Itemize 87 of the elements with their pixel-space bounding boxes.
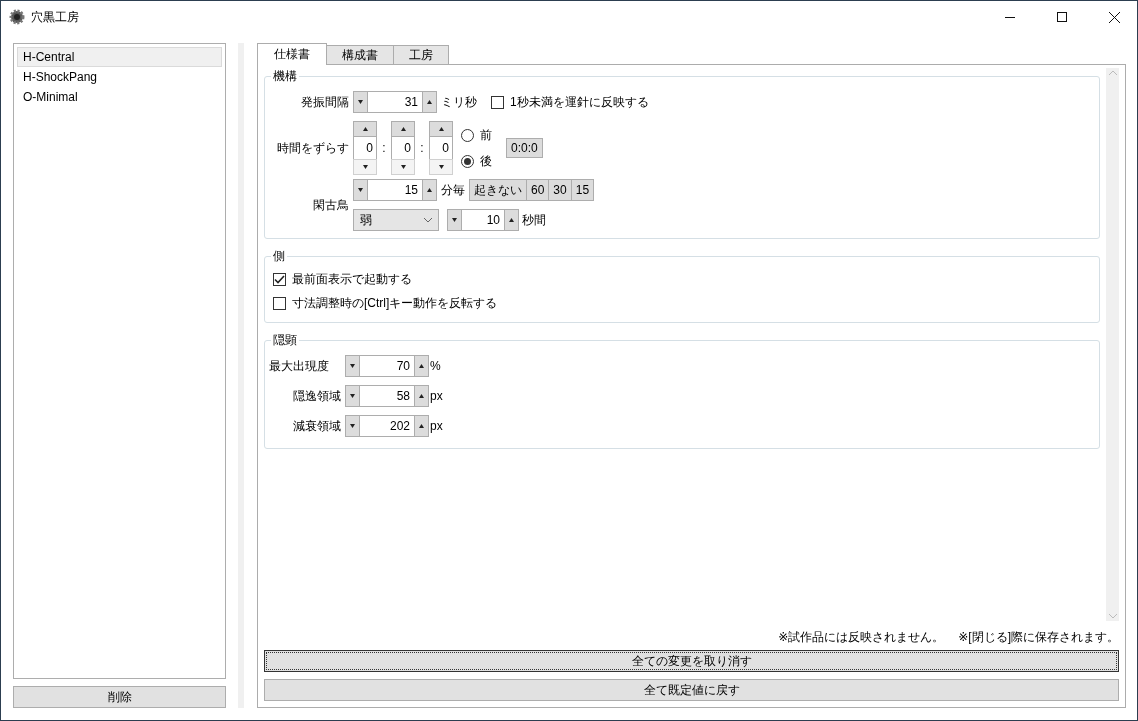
window-title: 穴黒工房	[31, 8, 80, 26]
note-text: ※試作品には反映されません。	[778, 629, 945, 646]
group-title: 隠顕	[272, 332, 298, 349]
preset-button[interactable]: 起きない	[469, 179, 527, 201]
chevron-down-icon	[424, 217, 432, 223]
time-button[interactable]: 0:0:0	[506, 138, 543, 158]
down-caret-icon	[362, 165, 368, 169]
checkbox[interactable]	[273, 272, 286, 286]
increment-button[interactable]	[422, 179, 437, 201]
down-caret-icon	[358, 100, 363, 104]
checkbox-label: 最前面表示で起動する	[292, 270, 412, 288]
increment-button[interactable]	[414, 415, 429, 437]
unit-label: px	[430, 419, 443, 433]
increment-button[interactable]	[504, 209, 519, 231]
increment-button[interactable]	[414, 355, 429, 377]
field-label: 隠逸領域	[292, 387, 341, 405]
minimize-icon	[1005, 16, 1015, 18]
gear-icon	[9, 9, 25, 25]
preset-button[interactable]: 60	[526, 179, 550, 201]
unit-label: px	[430, 389, 443, 403]
maximize-icon	[1057, 12, 1067, 22]
close-icon	[1108, 11, 1120, 23]
up-caret-icon	[509, 218, 514, 222]
tab[interactable]: 仕様書	[257, 43, 327, 65]
down-caret-icon	[350, 394, 355, 398]
list-item[interactable]: H-ShockPang	[17, 67, 222, 87]
up-caret-icon	[427, 100, 432, 104]
decrement-button[interactable]	[345, 385, 360, 407]
increment-button[interactable]	[391, 121, 415, 137]
up-caret-icon	[427, 188, 432, 192]
list-item[interactable]: O-Minimal	[17, 87, 222, 107]
list-item[interactable]: H-Central	[17, 47, 222, 67]
dropdown[interactable]: 弱	[353, 209, 439, 231]
increment-button[interactable]	[422, 91, 437, 113]
up-caret-icon	[438, 127, 444, 131]
decrement-button[interactable]	[391, 159, 415, 175]
down-caret-icon	[350, 364, 355, 368]
down-caret-icon	[400, 165, 406, 169]
decrement-button[interactable]	[345, 355, 360, 377]
checkbox[interactable]	[273, 296, 286, 310]
decrement-button[interactable]	[447, 209, 462, 231]
separator: :	[419, 141, 425, 155]
preset-button[interactable]: 30	[548, 179, 572, 201]
scrollbar[interactable]	[1106, 68, 1119, 621]
field-label: 発振間隔	[300, 93, 349, 111]
reset-defaults-button[interactable]: 全て既定値に戻す	[264, 679, 1119, 701]
decrement-button[interactable]	[429, 159, 453, 175]
radio-label: 後	[480, 152, 492, 170]
down-caret-icon	[438, 165, 444, 169]
group-title: 機構	[272, 68, 298, 85]
increment-button[interactable]	[429, 121, 453, 137]
decrement-button[interactable]	[353, 159, 377, 175]
down-chevron-icon	[1108, 614, 1117, 619]
unit-label: %	[430, 359, 441, 373]
up-chevron-icon	[1108, 70, 1117, 75]
decrement-button[interactable]	[353, 179, 368, 201]
up-caret-icon	[419, 394, 424, 398]
checkbox-label: 寸法調整時の[Ctrl]キー動作を反転する	[292, 294, 498, 312]
checkbox[interactable]	[491, 95, 504, 109]
group-title: 側	[272, 248, 286, 265]
unit-label: 分毎	[441, 181, 465, 199]
tab[interactable]: 工房	[393, 45, 449, 65]
radio-label: 前	[480, 126, 492, 144]
up-caret-icon	[400, 127, 406, 131]
field-label: 閑古鳥	[312, 196, 349, 214]
increment-button[interactable]	[353, 121, 377, 137]
field-label: 最大出現度	[269, 357, 330, 375]
up-caret-icon	[419, 364, 424, 368]
down-caret-icon	[350, 424, 355, 428]
down-caret-icon	[452, 218, 457, 222]
unit-label: ミリ秒	[441, 93, 477, 111]
delete-button[interactable]: 削除	[13, 686, 226, 708]
decrement-button[interactable]	[345, 415, 360, 437]
up-caret-icon	[362, 127, 368, 131]
note-text: ※[閉じる]際に保存されます。	[958, 629, 1119, 646]
cancel-changes-button[interactable]: 全ての変更を取り消す	[264, 650, 1119, 672]
increment-button[interactable]	[414, 385, 429, 407]
preset-button[interactable]: 15	[570, 179, 595, 201]
tab[interactable]: 構成書	[326, 45, 394, 65]
unit-label: 秒間	[522, 211, 546, 229]
up-caret-icon	[419, 424, 424, 428]
checkbox-label: 1秒未満を運針に反映する	[510, 93, 649, 111]
decrement-button[interactable]	[353, 91, 368, 113]
field-label: 減衰領域	[292, 417, 341, 435]
field-label: 時間をずらす	[276, 139, 349, 157]
down-caret-icon	[358, 188, 363, 192]
separator: :	[381, 141, 387, 155]
